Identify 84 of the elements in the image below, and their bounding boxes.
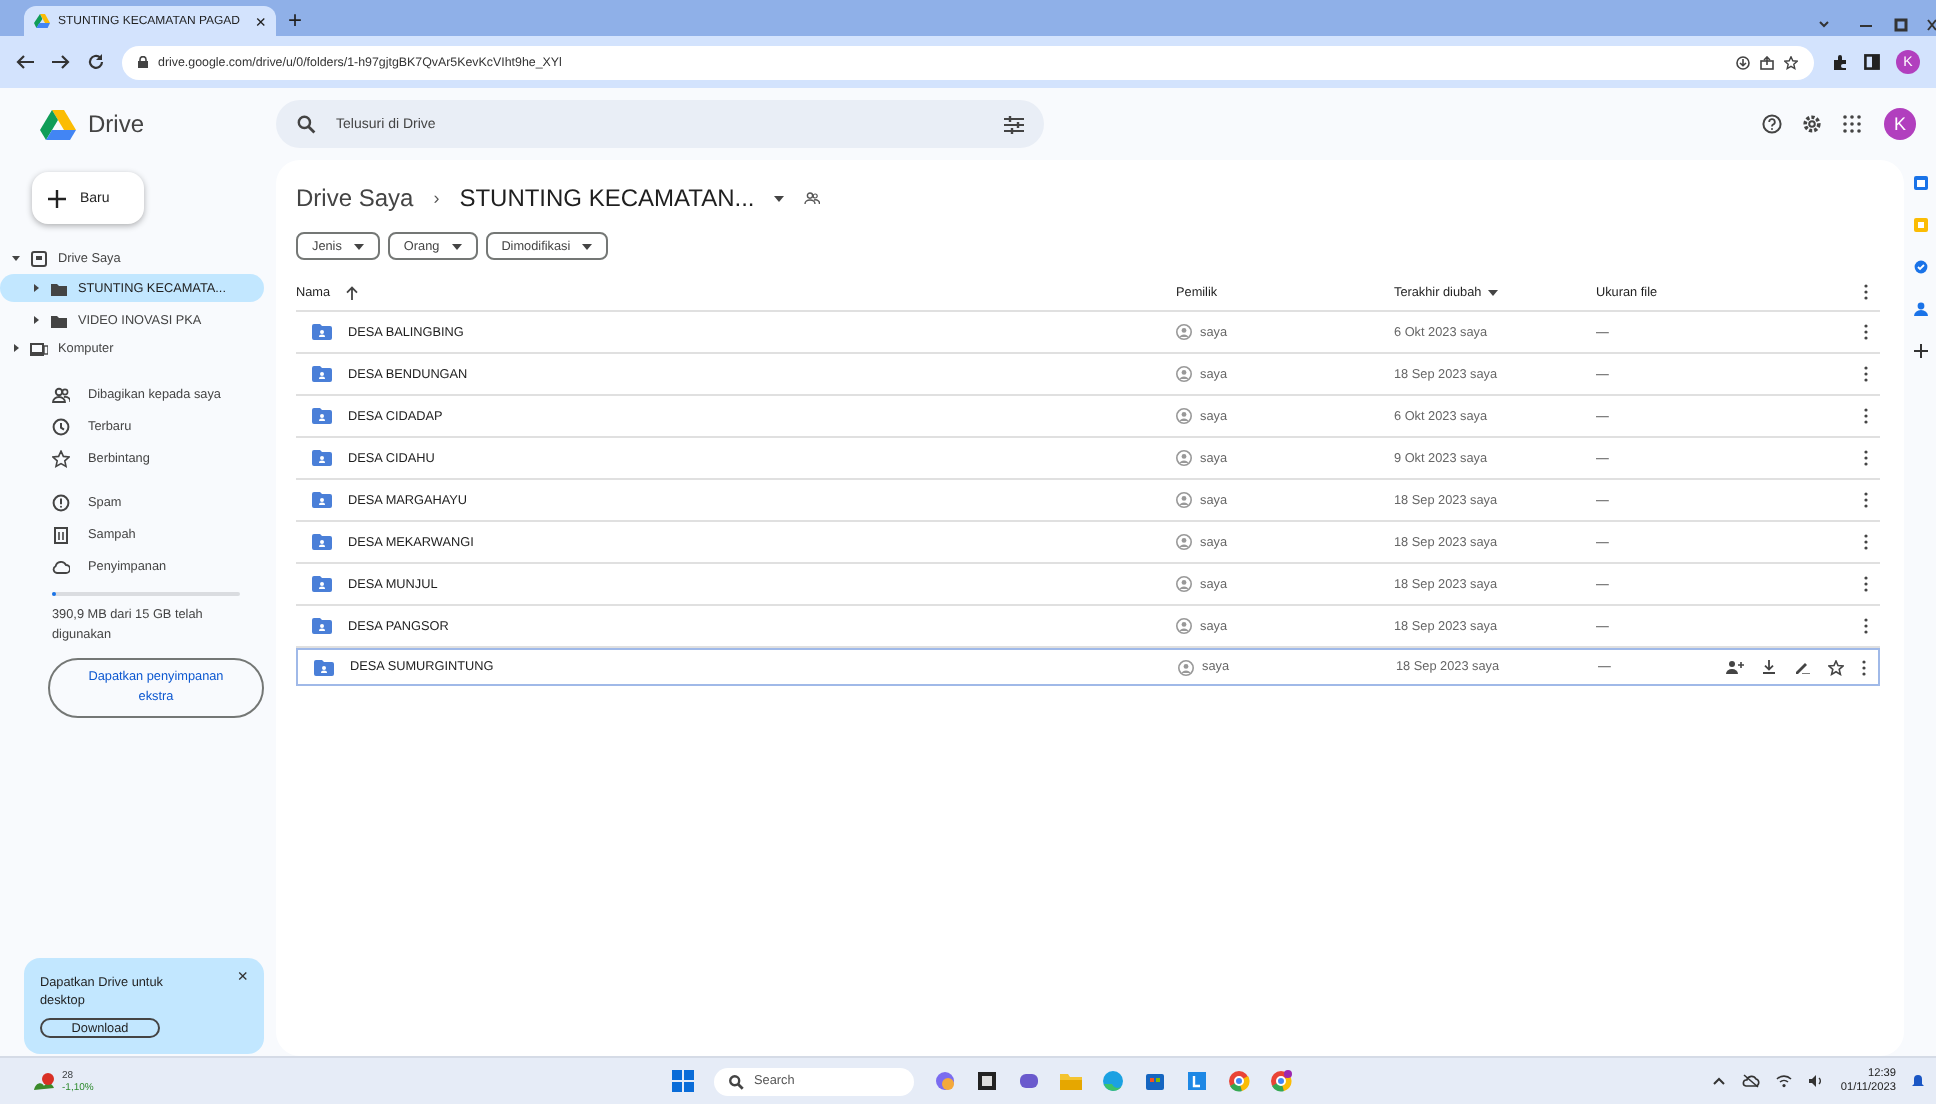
chrome-icon[interactable] [1270,1070,1292,1092]
app-icon[interactable] [1186,1070,1208,1092]
puzzle-icon[interactable] [1832,54,1848,70]
dropdown-caret-icon [582,243,593,249]
user-avatar-icon [1176,618,1192,634]
shared-folder-icon [312,450,332,466]
chrome-icon[interactable] [1228,1070,1250,1092]
sort-arrow-icon[interactable] [346,285,359,299]
shared-folder-icon [312,534,332,550]
shared-folder-icon [314,659,334,675]
copilot-icon[interactable] [934,1070,956,1092]
edit-icon[interactable] [1794,660,1810,674]
lock-icon [138,56,148,68]
expand-arrow-icon[interactable] [12,254,20,262]
user-avatar-icon [1176,576,1192,592]
expand-arrow-icon[interactable] [12,344,20,352]
trash-icon [52,525,70,543]
user-avatar-icon [1176,324,1192,340]
expand-arrow-icon[interactable] [32,316,40,324]
breadcrumb-item[interactable]: Drive Saya [296,184,414,212]
help-icon[interactable] [1762,114,1782,134]
user-avatar-icon [1176,366,1192,382]
wifi-icon[interactable] [1776,1074,1793,1088]
cloud-icon [52,557,70,575]
alert-icon [52,493,70,511]
breadcrumb-separator: › [433,188,440,208]
calendar-icon[interactable] [1913,176,1927,190]
people-icon [804,192,821,204]
breadcrumb-item[interactable]: STUNTING KECAMATAN... [459,184,755,212]
dropdown-caret-icon [774,195,785,201]
terminal-icon[interactable] [976,1070,998,1092]
window-controls-drawing [1816,16,1936,36]
dropdown-caret-icon [451,243,462,249]
add-person-icon[interactable] [1726,660,1744,674]
shared-folder-icon [312,492,332,508]
share-icon[interactable] [1760,55,1774,69]
search-icon [296,114,316,134]
chevron-up-icon[interactable] [1712,1076,1727,1086]
forward-icon[interactable] [52,54,70,70]
shared-folder-icon [312,576,332,592]
user-avatar-icon [1178,659,1194,675]
star-icon [52,449,70,467]
shared-folder-icon [312,324,332,340]
bell-icon[interactable] [1912,1074,1924,1088]
reload-icon[interactable] [88,54,104,70]
back-icon[interactable] [16,54,34,70]
store-icon[interactable] [1144,1070,1166,1092]
cloud-off-icon[interactable] [1742,1074,1761,1088]
expand-arrow-icon[interactable] [32,284,40,292]
weather-icon [32,1071,56,1091]
start-icon[interactable] [672,1070,694,1092]
close-button[interactable]: × [237,966,248,986]
download-icon[interactable] [1762,660,1776,674]
new-tab-button[interactable]: + [288,6,303,34]
computer-icon [30,339,48,357]
shared-folder-icon [312,366,332,382]
people-icon [52,385,70,403]
search-icon [728,1073,744,1089]
user-avatar-icon [1176,450,1192,466]
apps-grid-icon[interactable] [1842,113,1864,135]
tasks-icon[interactable] [1913,260,1927,274]
drive-logo-icon [40,108,76,140]
user-avatar-icon [1176,408,1192,424]
shared-folder-icon [312,618,332,634]
plus-icon [48,189,66,207]
filter-options-icon [1004,115,1024,133]
side-panel-icon[interactable] [1864,54,1880,70]
shared-folder-icon [312,408,332,424]
drive-logo-icon [34,14,50,28]
star-icon[interactable] [1828,659,1844,675]
contacts-icon[interactable] [1913,302,1927,316]
speaker-icon[interactable] [1808,1074,1825,1088]
app-name: Drive [88,110,145,138]
user-avatar-icon [1176,534,1192,550]
account-avatar[interactable]: K [1884,108,1916,140]
install-icon[interactable] [1736,55,1750,69]
settings-icon[interactable] [1802,114,1822,134]
user-avatar-icon [1176,492,1192,508]
star-icon[interactable] [1784,55,1798,69]
dropdown-caret-icon [353,243,364,249]
plus-icon[interactable] [1913,344,1927,358]
dropdown-caret-icon [1487,289,1498,295]
clock-icon [52,417,70,435]
close-tab-button[interactable]: × [255,11,266,31]
